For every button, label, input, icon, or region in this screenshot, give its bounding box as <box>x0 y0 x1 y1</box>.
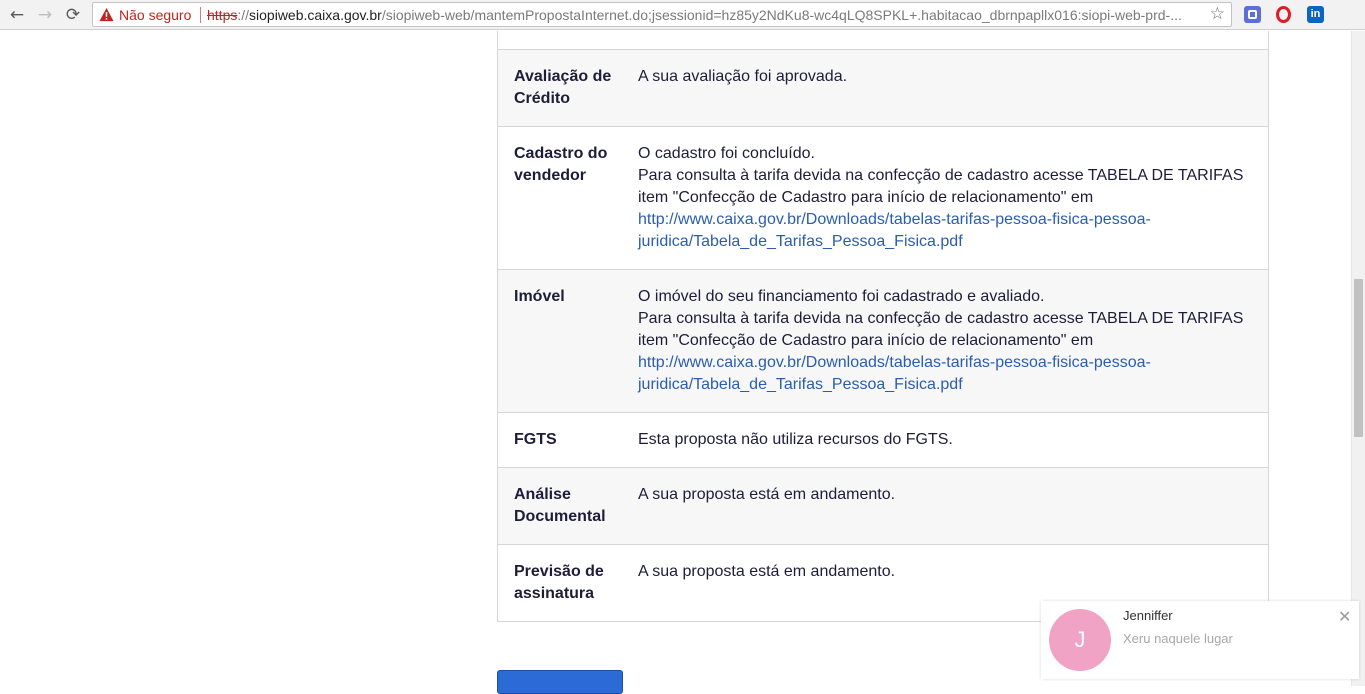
page-scrollbar[interactable] <box>1351 31 1365 686</box>
status-label: Análise Documental <box>514 486 606 525</box>
status-text: Para consulta à tarifa devida na confecç… <box>638 310 1244 349</box>
status-description: A sua avaliação foi aprovada. <box>638 66 1258 88</box>
primary-action-button[interactable] <box>497 670 623 694</box>
status-label: Avaliação de Crédito <box>514 68 612 107</box>
address-bar[interactable]: Não seguro https://siopiweb.caixa.gov.br… <box>92 2 1232 27</box>
linkedin-icon[interactable]: in <box>1307 6 1324 23</box>
status-text: O imóvel do seu financiamento foi cadast… <box>638 288 1045 305</box>
translate-icon[interactable] <box>1244 6 1261 23</box>
table-row: Cadastro do vendedor O cadastro foi conc… <box>498 127 1268 270</box>
status-text: Esta proposta não utiliza recursos do FG… <box>638 431 953 448</box>
notification-sender: Jenniffer <box>1123 608 1173 623</box>
notification-message: Xeru naquele lugar <box>1123 631 1233 646</box>
warning-icon <box>99 7 114 22</box>
chat-notification[interactable]: J Jenniffer Xeru naquele lugar ✕ <box>1041 601 1359 679</box>
table-row: FGTS Esta proposta não utiliza recursos … <box>498 413 1268 468</box>
status-text: A sua proposta está em andamento. <box>638 563 896 580</box>
reload-icon[interactable]: ⟳ <box>62 4 84 26</box>
status-text: A sua avaliação foi aprovada. <box>638 68 848 85</box>
avatar: J <box>1049 609 1111 671</box>
status-description: A sua proposta está em andamento. <box>638 561 1258 583</box>
opera-icon[interactable] <box>1276 6 1291 23</box>
status-text: A sua proposta está em andamento. <box>638 486 896 503</box>
table-row: Imóvel O imóvel do seu financiamento foi… <box>498 270 1268 413</box>
url-separator: :// <box>237 7 250 23</box>
browser-toolbar: ← → ⟳ Não seguro https://siopiweb.caixa.… <box>0 0 1365 30</box>
status-label: Imóvel <box>514 288 565 305</box>
security-status-label[interactable]: Não seguro <box>119 7 191 23</box>
status-label: FGTS <box>514 431 557 448</box>
table-row-partial <box>498 31 1268 50</box>
scrollbar-thumb[interactable] <box>1354 279 1363 437</box>
table-row: Avaliação de Crédito A sua avaliação foi… <box>498 50 1268 127</box>
back-arrow-icon[interactable]: ← <box>6 4 28 26</box>
url-path: /siopiweb-web/mantemPropostaInternet.do;… <box>381 7 1182 23</box>
table-row: Análise Documental A sua proposta está e… <box>498 468 1268 545</box>
status-description: A sua proposta está em andamento. <box>638 484 1258 506</box>
status-description: O cadastro foi concluído. Para consulta … <box>638 143 1258 253</box>
url-host: siopiweb.caixa.gov.br <box>249 7 382 23</box>
status-description: O imóvel do seu financiamento foi cadast… <box>638 286 1258 396</box>
tariff-table-link[interactable]: http://www.caixa.gov.br/Downloads/tabela… <box>638 354 1151 393</box>
url-scheme: https <box>207 7 238 23</box>
status-label: Cadastro do vendedor <box>514 145 608 184</box>
status-description: Esta proposta não utiliza recursos do FG… <box>638 429 1258 451</box>
bookmark-star-icon[interactable]: ☆ <box>1210 4 1225 24</box>
tariff-table-link[interactable]: http://www.caixa.gov.br/Downloads/tabela… <box>638 211 1151 250</box>
proposal-status-table: Avaliação de Crédito A sua avaliação foi… <box>497 31 1269 622</box>
close-icon[interactable]: ✕ <box>1338 607 1351 626</box>
url-text[interactable]: https://siopiweb.caixa.gov.br/siopiweb-w… <box>207 7 1207 23</box>
status-label: Previsão de assinatura <box>514 563 604 602</box>
status-text: Para consulta à tarifa devida na confecç… <box>638 167 1244 206</box>
forward-arrow-icon[interactable]: → <box>34 4 56 26</box>
security-divider <box>200 7 201 23</box>
status-text: O cadastro foi concluído. <box>638 145 815 162</box>
